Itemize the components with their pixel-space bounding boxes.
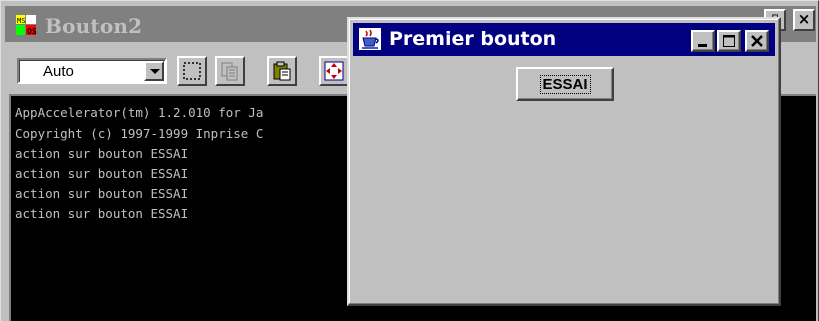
mode-select[interactable]: Auto xyxy=(17,58,167,84)
console-line: Copyright (c) 1997-1999 Inprise C xyxy=(15,126,264,141)
console-line: action sur bouton ESSAI xyxy=(15,146,189,161)
mode-select-value: Auto xyxy=(43,63,74,80)
dialog-title: Premier bouton xyxy=(389,28,557,50)
svg-text:OS: OS xyxy=(27,27,37,36)
mark-button[interactable] xyxy=(177,56,207,86)
essai-button-label: ESSAI xyxy=(542,76,588,93)
dialog-maximize-button[interactable] xyxy=(717,30,741,52)
scroll-button[interactable] xyxy=(319,56,349,86)
console-line: AppAccelerator(tm) 1.2.010 for Ja xyxy=(15,105,264,120)
dialog-close-button[interactable] xyxy=(745,30,769,52)
dialog-minimize-button[interactable] xyxy=(691,30,715,52)
svg-text:MS: MS xyxy=(17,17,25,25)
chevron-down-icon[interactable] xyxy=(144,61,164,81)
premier-bouton-dialog: Premier bouton ESSAI xyxy=(347,17,781,306)
essai-button[interactable]: ESSAI xyxy=(516,67,614,101)
console-line: action sur bouton ESSAI xyxy=(15,186,189,201)
msdos-app-icon: MS OS xyxy=(15,14,37,36)
java-cup-icon xyxy=(359,28,381,50)
console-line: action sur bouton ESSAI xyxy=(15,166,189,181)
console-line: action sur bouton ESSAI xyxy=(15,206,189,221)
dialog-titlebar[interactable]: Premier bouton xyxy=(353,23,775,56)
paste-button[interactable] xyxy=(267,56,297,86)
console-close-button[interactable]: × xyxy=(793,9,815,31)
copy-button[interactable] xyxy=(215,56,245,86)
console-title: Bouton2 xyxy=(45,14,143,38)
close-icon: × xyxy=(797,10,811,28)
